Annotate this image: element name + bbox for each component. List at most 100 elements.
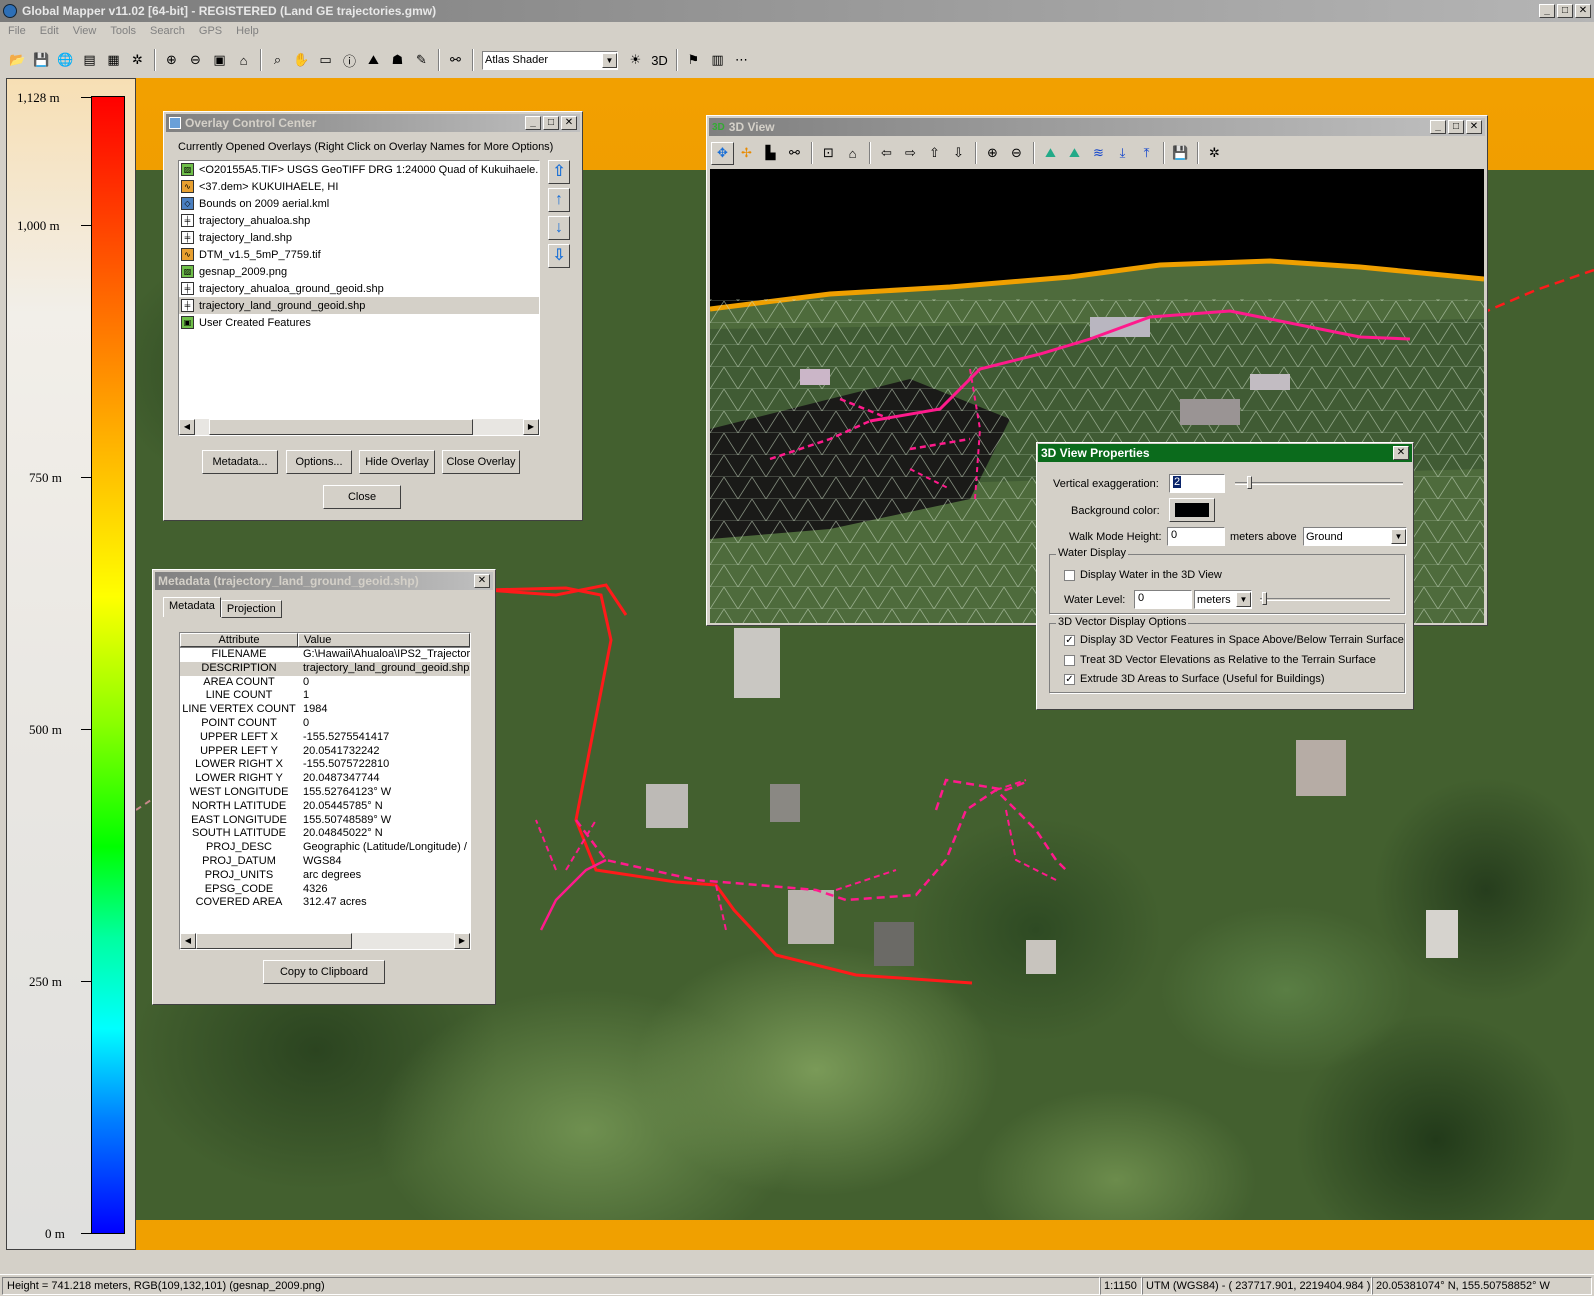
menu-tools[interactable]: Tools <box>110 25 136 41</box>
checkbox-unchecked[interactable] <box>1064 569 1075 581</box>
maximize-icon[interactable]: □ <box>543 116 559 130</box>
close-icon[interactable]: ✕ <box>561 116 577 130</box>
bg-color-button[interactable] <box>1169 498 1215 522</box>
list-item[interactable]: ▣ User Created Features <box>179 314 539 331</box>
move-down-icon[interactable]: ↓ <box>548 216 570 240</box>
water-up-icon[interactable]: ⤒ <box>1135 142 1158 165</box>
move-top-icon[interactable]: ⇧ <box>548 160 570 184</box>
water-unit-select[interactable]: meters ▼ <box>1194 590 1252 609</box>
list-item[interactable]: ▨ <O20155A5.TIF> USGS GeoTIFF DRG 1:24000… <box>179 161 539 178</box>
horizontal-scrollbar[interactable]: ◀ ▶ <box>180 933 470 949</box>
list-item[interactable]: ◇ Bounds on 2009 aerial.kml <box>179 195 539 212</box>
zoom-in-icon[interactable]: ⊕ <box>160 49 183 72</box>
close-icon[interactable]: ✕ <box>1466 120 1482 134</box>
binoculars-icon[interactable]: ⚯ <box>783 142 806 165</box>
list-item[interactable]: ∿ DTM_v1.5_5mP_7759.tif <box>179 246 539 263</box>
horizontal-scrollbar[interactable]: ◀ ▶ <box>179 419 539 435</box>
water-display-checkbox[interactable]: Display Water in the 3D View <box>1064 569 1222 581</box>
table-row[interactable]: NORTH LATITUDE 20.05445785° N <box>180 800 470 814</box>
table-row[interactable]: PROJ_UNITS arc degrees <box>180 869 470 883</box>
metadata-button[interactable]: Metadata... <box>202 450 278 474</box>
table-row[interactable]: COVERED AREA 312.47 acres <box>180 896 470 910</box>
tab-metadata[interactable]: Metadata <box>163 597 221 617</box>
vector-space-checkbox[interactable]: ✓ Display 3D Vector Features in Space Ab… <box>1064 634 1404 646</box>
shader-select[interactable]: Atlas Shader ▼ <box>482 50 618 70</box>
menu-search[interactable]: Search <box>150 25 185 41</box>
scroll-thumb[interactable] <box>196 933 352 949</box>
terrain-up-icon[interactable]: ⛰ <box>1039 142 1062 165</box>
print-icon[interactable]: ▦ <box>102 49 125 72</box>
close-icon[interactable]: ✕ <box>1575 4 1591 18</box>
table-row[interactable]: EAST LONGITUDE 155.50748589° W <box>180 814 470 828</box>
save-icon[interactable]: 💾 <box>1169 142 1192 165</box>
binoculars-icon[interactable]: ⚯ <box>444 49 467 72</box>
walk-icon[interactable]: ▙ <box>759 142 782 165</box>
tab-projection[interactable]: Projection <box>220 600 282 618</box>
tower-icon[interactable]: ☗ <box>386 49 409 72</box>
table-row[interactable]: LOWER RIGHT X -155.5075722810 <box>180 758 470 772</box>
3d-view-icon[interactable]: 3D <box>648 49 671 72</box>
close-icon[interactable]: ✕ <box>1393 446 1409 460</box>
menu-gps[interactable]: GPS <box>199 25 222 41</box>
scroll-right-icon[interactable]: ▶ <box>523 419 539 435</box>
maximize-icon[interactable]: □ <box>1448 120 1464 134</box>
water-level-input[interactable]: 0 <box>1134 590 1192 609</box>
scroll-left-icon[interactable]: ◀ <box>180 933 196 949</box>
globe-web-icon[interactable]: 🌐 <box>54 49 77 72</box>
flag-icon[interactable]: ⚑ <box>682 49 705 72</box>
table-row[interactable]: WEST LONGITUDE 155.52764123° W <box>180 786 470 800</box>
list-item[interactable]: ╪ trajectory_ahualoa.shp <box>179 212 539 229</box>
menu-edit[interactable]: Edit <box>40 25 59 41</box>
walk-height-input[interactable]: 0 <box>1167 527 1225 546</box>
checkmark-icon[interactable]: ✓ <box>1064 634 1075 646</box>
scroll-left-icon[interactable]: ◀ <box>179 419 195 435</box>
extrude-areas-checkbox[interactable]: ✓ Extrude 3D Areas to Surface (Useful fo… <box>1064 673 1325 685</box>
table-row[interactable]: PROJ_DATUM WGS84 <box>180 855 470 869</box>
zoom-out-icon[interactable]: ⊖ <box>1005 142 1028 165</box>
options-button[interactable]: Options... <box>286 450 352 474</box>
path-profile-icon[interactable]: ⛰ <box>362 49 385 72</box>
select-icon[interactable]: ⌕ <box>266 49 289 72</box>
table-row[interactable]: UPPER LEFT Y 20.0541732242 <box>180 745 470 759</box>
arrow-down-icon[interactable]: ⇩ <box>947 142 970 165</box>
info-icon[interactable]: ⓘ <box>338 49 361 72</box>
list-item-selected[interactable]: ╪ trajectory_land_ground_geoid.shp <box>179 297 539 314</box>
vert-exag-slider[interactable] <box>1235 482 1403 485</box>
terrain-down-icon[interactable]: ⛰ <box>1063 142 1086 165</box>
maximize-icon[interactable]: □ <box>1557 4 1573 18</box>
vector-relative-checkbox[interactable]: Treat 3D Vector Elevations as Relative t… <box>1064 654 1376 666</box>
open-folder-icon[interactable]: 📂 <box>6 49 29 72</box>
table-row[interactable]: LINE COUNT 1 <box>180 689 470 703</box>
pan-3d-icon[interactable]: ✢ <box>735 142 758 165</box>
minimize-icon[interactable]: _ <box>525 116 541 130</box>
table-row[interactable]: PROJ_DESC Geographic (Latitude/Longitude)… <box>180 841 470 855</box>
walk-ref-select[interactable]: Ground ▼ <box>1303 527 1407 546</box>
table-row[interactable]: AREA COUNT 0 <box>180 676 470 690</box>
move-bottom-icon[interactable]: ⇩ <box>548 244 570 268</box>
table-row[interactable]: LINE VERTEX COUNT 1984 <box>180 703 470 717</box>
home-icon[interactable]: ⌂ <box>232 49 255 72</box>
vert-exag-input[interactable]: 2 <box>1169 474 1225 493</box>
move-up-icon[interactable]: ↑ <box>548 188 570 212</box>
list-item[interactable]: ╪ trajectory_land.shp <box>179 229 539 246</box>
home-icon[interactable]: ⌂ <box>841 142 864 165</box>
attribute-header[interactable]: Attribute <box>180 633 298 647</box>
shader-options-icon[interactable]: ☀ <box>624 49 647 72</box>
layers-icon[interactable]: ▤ <box>78 49 101 72</box>
table-row[interactable]: LOWER RIGHT Y 20.0487347744 <box>180 772 470 786</box>
table-row[interactable]: POINT COUNT 0 <box>180 717 470 731</box>
chevron-down-icon[interactable]: ▼ <box>1391 529 1406 544</box>
zoom-out-icon[interactable]: ⊖ <box>184 49 207 72</box>
checkmark-icon[interactable]: ✓ <box>1064 673 1075 685</box>
chevron-down-icon[interactable]: ▼ <box>1236 592 1251 607</box>
minimize-icon[interactable]: _ <box>1539 4 1555 18</box>
table-row[interactable]: EPSG_CODE 4326 <box>180 883 470 897</box>
table-row[interactable]: FILENAME G:\Hawaii\Ahualoa\IPS2_Trajector <box>180 648 470 662</box>
rotate-icon[interactable]: ✥ <box>711 141 734 165</box>
list-item[interactable]: ▨ gesnap_2009.png <box>179 263 539 280</box>
zoom-extent-icon[interactable]: ▣ <box>208 49 231 72</box>
properties-icon[interactable]: ✲ <box>1203 142 1226 165</box>
pan-icon[interactable]: ✋ <box>290 49 313 72</box>
table-row[interactable]: SOUTH LATITUDE 20.04845022° N <box>180 827 470 841</box>
list-item[interactable]: ∿ <37.dem> KUKUIHAELE, HI <box>179 178 539 195</box>
